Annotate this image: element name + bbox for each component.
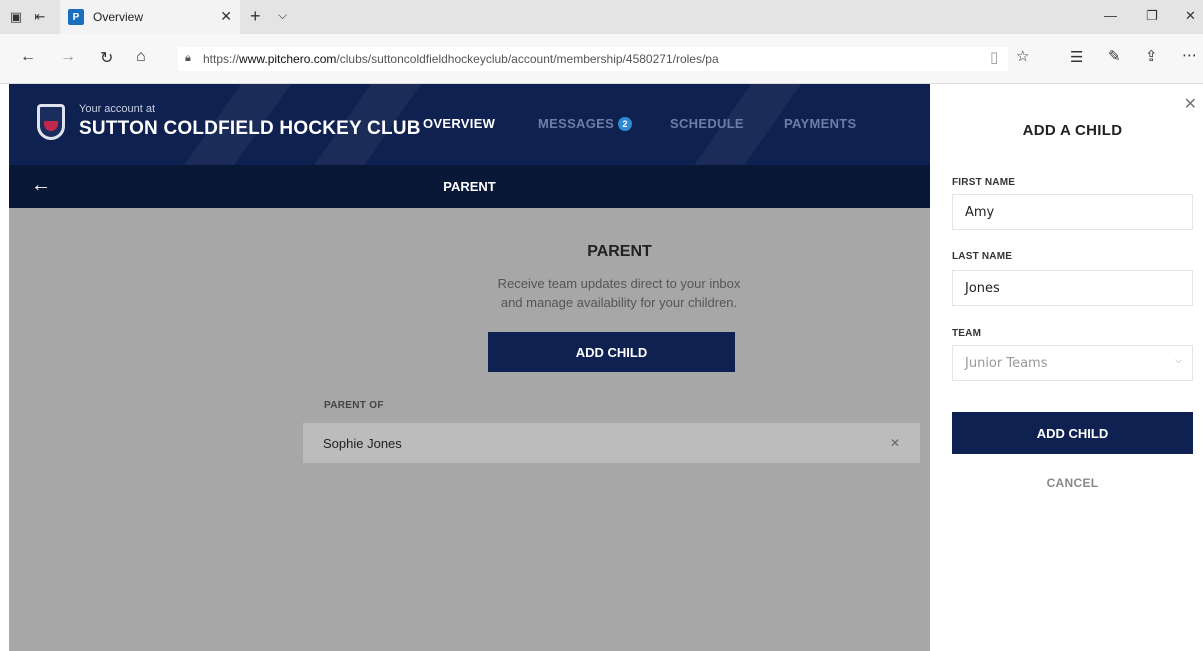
child-name: Sophie Jones (323, 436, 402, 451)
nav-messages-label: MESSAGES (538, 116, 615, 131)
reading-view-icon[interactable]: ▯ (990, 48, 998, 66)
pitchero-icon: P (68, 9, 84, 25)
minimize-icon[interactable]: — (1104, 8, 1117, 23)
role-description: Receive team updates direct to your inbo… (419, 274, 819, 312)
browser-address-bar: ← → ↻ ⌂ 🔒︎ https://www.pitchero.com/club… (0, 34, 1203, 84)
refresh-icon[interactable]: ↻ (100, 48, 113, 68)
team-select-value: Junior Teams (965, 355, 1048, 371)
add-child-submit-button[interactable]: ADD CHILD (952, 412, 1193, 454)
browser-tab-bar: ▣ ⇤ P Overview ✕ + ⌵ — ❐ ✕ (0, 0, 1203, 34)
close-panel-icon[interactable]: ✕ (1184, 94, 1197, 114)
tab-actions-icon[interactable]: ▣ (4, 0, 28, 34)
main-content-overlay: Your account at SUTTON COLDFIELD HOCKEY … (9, 84, 930, 651)
add-notes-icon[interactable]: ✎ (1108, 47, 1121, 65)
close-tab-icon[interactable]: ✕ (220, 8, 232, 25)
more-menu-icon[interactable]: ⋯ (1182, 46, 1197, 64)
restore-icon[interactable]: ❐ (1146, 8, 1158, 24)
set-aside-tabs-icon[interactable]: ⇤ (28, 0, 52, 34)
new-tab-icon[interactable]: + (250, 6, 261, 27)
messages-count-badge: 2 (618, 117, 633, 131)
nav-payments[interactable]: PAYMENTS (784, 116, 856, 131)
page: Your account at SUTTON COLDFIELD HOCKEY … (0, 84, 1203, 651)
role-description-line: and manage availability for your childre… (500, 295, 738, 310)
child-row: Sophie Jones ✕ (303, 423, 920, 463)
club-name[interactable]: SUTTON COLDFIELD HOCKEY CLUB (79, 118, 421, 140)
first-name-field[interactable]: Amy (952, 194, 1193, 230)
club-header: Your account at SUTTON COLDFIELD HOCKEY … (9, 84, 930, 165)
team-label: TEAM (952, 328, 982, 339)
forward-icon[interactable]: → (60, 48, 76, 66)
panel-title: ADD A CHILD (1022, 122, 1123, 139)
close-window-icon[interactable]: ✕ (1185, 8, 1196, 24)
chevron-down-icon: ⌵ (1175, 356, 1182, 366)
club-crest-icon (37, 104, 65, 140)
tab-title: Overview (93, 10, 144, 24)
nav-messages[interactable]: MESSAGES 2 (538, 116, 633, 131)
team-select[interactable]: Junior Teams ⌵ (952, 345, 1193, 381)
last-name-label: LAST NAME (952, 251, 1013, 262)
url-prefix: https:// (203, 52, 240, 66)
nav-schedule[interactable]: SCHEDULE (670, 116, 744, 131)
browser-tab-overview[interactable]: P Overview ✕ (60, 0, 240, 34)
add-child-panel: ✕ ADD A CHILD FIRST NAME Amy LAST NAME J… (930, 84, 1203, 651)
url-domain: www.pitchero.com (239, 52, 337, 66)
favorites-hub-icon[interactable]: ☰ (1070, 48, 1083, 66)
tab-preview-chevron-icon[interactable]: ⌵ (278, 8, 287, 23)
share-icon[interactable]: ⇪ (1145, 47, 1158, 65)
home-icon[interactable]: ⌂ (136, 48, 146, 66)
favorite-star-icon[interactable]: ☆ (1016, 47, 1029, 65)
sub-header: ← PARENT (9, 165, 930, 208)
role-description-line: Receive team updates direct to your inbo… (497, 276, 741, 291)
url-path: /clubs/suttoncoldfieldhockeyclub/account… (336, 52, 719, 66)
add-child-button[interactable]: ADD CHILD (488, 332, 735, 372)
cancel-button[interactable]: CANCEL (952, 476, 1193, 490)
url-field[interactable]: 🔒︎ https://www.pitchero.com/clubs/sutton… (178, 47, 1008, 71)
account-prefix: Your account at (79, 103, 156, 115)
last-name-field[interactable]: Jones (952, 270, 1193, 306)
left-gutter (0, 84, 9, 651)
remove-child-icon[interactable]: ✕ (890, 436, 900, 450)
first-name-label: FIRST NAME (952, 177, 1016, 188)
nav-overview[interactable]: OVERVIEW (423, 116, 495, 131)
sub-header-title: PARENT (443, 179, 496, 194)
parent-of-label: PARENT OF (324, 400, 384, 411)
lock-icon: 🔒︎ (185, 52, 191, 64)
back-icon[interactable]: ← (20, 48, 36, 66)
